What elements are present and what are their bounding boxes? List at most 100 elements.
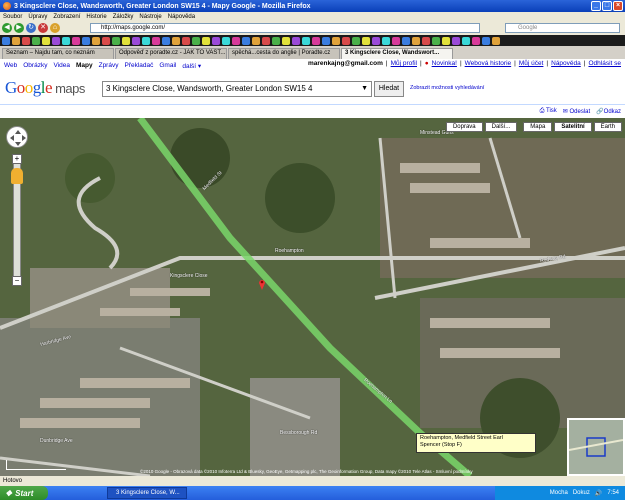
bookmark-icon[interactable] — [422, 36, 430, 45]
satellite-button[interactable]: Satelitní — [554, 122, 592, 132]
bookmark-icon[interactable] — [482, 36, 490, 45]
bookmark-icon[interactable] — [462, 36, 470, 45]
bookmark-icon[interactable] — [202, 36, 210, 45]
bookmark-icon[interactable] — [312, 36, 320, 45]
bookmark-icon[interactable] — [122, 36, 130, 45]
stop-icon[interactable]: ✕ — [38, 23, 48, 33]
overview-map[interactable] — [567, 418, 625, 476]
gbar-maps[interactable]: Mapy — [76, 62, 93, 69]
bookmark-icon[interactable] — [12, 36, 20, 45]
bookmark-icon[interactable] — [252, 36, 260, 45]
zoom-in-button[interactable]: + — [12, 154, 22, 164]
close-button[interactable]: × — [613, 1, 623, 11]
pan-control[interactable] — [6, 126, 28, 148]
bookmark-icon[interactable] — [62, 36, 70, 45]
gbar-images[interactable]: Obrázky — [23, 62, 47, 69]
bookmark-icon[interactable] — [382, 36, 390, 45]
bookmark-icon[interactable] — [112, 36, 120, 45]
bookmark-icon[interactable] — [72, 36, 80, 45]
bookmark-icon[interactable] — [82, 36, 90, 45]
bookmark-icon[interactable] — [102, 36, 110, 45]
menu-tools[interactable]: Nástroje — [139, 14, 161, 20]
gbar-gmail[interactable]: Gmail — [159, 62, 176, 69]
bookmark-icon[interactable] — [362, 36, 370, 45]
link-web-history[interactable]: Webová historie — [465, 60, 512, 67]
bookmark-icon[interactable] — [272, 36, 280, 45]
link-signout[interactable]: Odhlásit se — [588, 60, 621, 67]
forward-icon[interactable]: ▶ — [14, 23, 24, 33]
back-icon[interactable]: ◀ — [2, 23, 12, 33]
tab-poradte-trip[interactable]: spěchá...cesta do anglie | Poradte.cz — [228, 48, 340, 59]
bookmark-icon[interactable] — [352, 36, 360, 45]
minimize-button[interactable]: _ — [591, 1, 601, 11]
menu-history[interactable]: Historie — [86, 14, 106, 20]
home-icon[interactable]: ⌂ — [50, 23, 60, 33]
bookmark-icon[interactable] — [292, 36, 300, 45]
bookmark-icon[interactable] — [472, 36, 480, 45]
gbar-videos[interactable]: Videa — [53, 62, 70, 69]
search-engine-input[interactable]: Google — [505, 23, 620, 33]
menu-view[interactable]: Zobrazení — [53, 14, 80, 20]
bookmark-icon[interactable] — [412, 36, 420, 45]
pegman-icon[interactable] — [11, 168, 23, 184]
tab-poradte-answer[interactable]: Odpověď z poradte.cz - JAK TO VAST... — [115, 48, 227, 59]
link-account[interactable]: Můj účet — [519, 60, 544, 67]
menu-file[interactable]: Soubor — [3, 14, 22, 20]
link-link[interactable]: 🔗Odkaz — [596, 108, 621, 115]
dropdown-arrow-icon[interactable]: ▼ — [361, 82, 368, 96]
bookmark-icon[interactable] — [152, 36, 160, 45]
gbar-translate[interactable]: Překladač — [124, 62, 153, 69]
bookmark-icon[interactable] — [192, 36, 200, 45]
zoom-out-button[interactable]: − — [12, 276, 22, 286]
traffic-button[interactable]: Doprava — [445, 122, 483, 132]
map-button[interactable]: Mapa — [523, 122, 553, 132]
tray-dokuz[interactable]: Dokuz — [573, 490, 590, 496]
bookmark-icon[interactable] — [242, 36, 250, 45]
gbar-web[interactable]: Web — [4, 62, 17, 69]
menu-help[interactable]: Nápověda — [168, 14, 195, 20]
bookmark-icon[interactable] — [2, 36, 10, 45]
bookmark-icon[interactable] — [452, 36, 460, 45]
bookmark-icon[interactable] — [432, 36, 440, 45]
bookmark-icon[interactable] — [22, 36, 30, 45]
bookmark-icon[interactable] — [322, 36, 330, 45]
taskbar-firefox-window[interactable]: 3 Kingsclere Close, W... — [107, 487, 187, 499]
bookmark-icon[interactable] — [182, 36, 190, 45]
bookmark-icon[interactable] — [162, 36, 170, 45]
bookmark-icon[interactable] — [232, 36, 240, 45]
bookmark-icon[interactable] — [52, 36, 60, 45]
bookmark-icon[interactable] — [42, 36, 50, 45]
bookmark-icon[interactable] — [402, 36, 410, 45]
start-button[interactable]: ❖ Start — [0, 486, 48, 500]
tab-seznam[interactable]: Seznam – Najdu tam, co neznám — [2, 48, 114, 59]
bookmark-icon[interactable] — [92, 36, 100, 45]
send-link[interactable]: ✉ Odeslat — [563, 108, 590, 115]
bookmark-icon[interactable] — [492, 36, 500, 45]
bookmark-icon[interactable] — [222, 36, 230, 45]
url-input[interactable]: http://maps.google.com/ — [90, 23, 480, 33]
bookmark-icon[interactable] — [392, 36, 400, 45]
bookmark-icon[interactable] — [372, 36, 380, 45]
bookmark-icon[interactable] — [32, 36, 40, 45]
link-new[interactable]: Novinka! — [432, 60, 457, 67]
location-pin-icon[interactable] — [258, 278, 266, 290]
print-link[interactable]: ⎙ Tisk — [540, 108, 557, 115]
window-title-bar[interactable]: 3 Kingsclere Close, Wandsworth, Greater … — [0, 0, 625, 12]
reload-icon[interactable]: ↻ — [26, 23, 36, 33]
maximize-button[interactable]: □ — [602, 1, 612, 11]
more-button[interactable]: Další... — [484, 122, 518, 132]
link-help[interactable]: Nápověda — [551, 60, 581, 67]
bookmark-icon[interactable] — [442, 36, 450, 45]
search-button[interactable]: Hledat — [374, 81, 404, 97]
gbar-more[interactable]: další ▾ — [182, 62, 201, 70]
bookmark-icon[interactable] — [262, 36, 270, 45]
tray-mocha[interactable]: Mocha — [550, 490, 568, 496]
maps-search-input[interactable]: 3 Kingsclere Close, Wandsworth, Greater … — [102, 81, 372, 97]
bookmark-icon[interactable] — [212, 36, 220, 45]
google-maps-logo[interactable]: Google maps — [5, 78, 85, 98]
volume-icon[interactable]: 🔊 — [595, 490, 602, 497]
clock[interactable]: 7:54 — [607, 490, 619, 496]
menu-bookmarks[interactable]: Záložky — [113, 14, 134, 20]
show-search-options-link[interactable]: Zobrazit možnosti vyhledávání — [410, 85, 484, 91]
satellite-map[interactable]: Kingsclere Close Roehampton Medfield St … — [0, 118, 625, 476]
